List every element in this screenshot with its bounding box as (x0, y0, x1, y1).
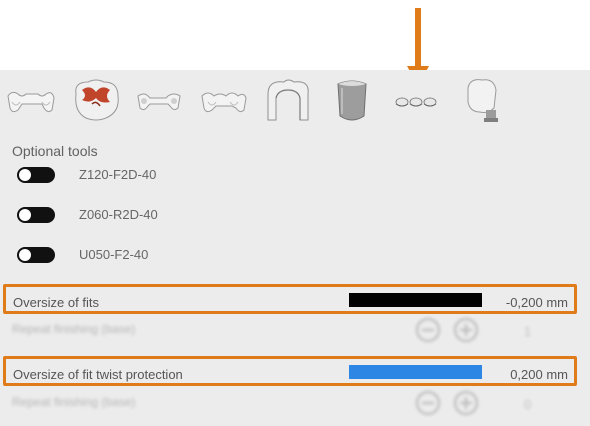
optional-tools-title: Optional tools (12, 143, 98, 159)
tool-toggle-switch[interactable] (17, 247, 55, 263)
tool-toggle-row: U050-F2-40 (17, 245, 317, 265)
toggle-knob (19, 249, 31, 261)
plus-button[interactable] (454, 391, 478, 415)
veneer-icon[interactable] (330, 74, 374, 130)
bridge-icon[interactable] (4, 74, 56, 130)
oversize-twist-protection-value: 0,200 mm (510, 367, 568, 382)
oversize-of-fits-label: Oversize of fits (13, 295, 99, 310)
repeat-finishing-row: Repeat finishing (base) 1 (12, 318, 572, 348)
repeat-finishing-value: 1 (524, 324, 532, 339)
abutment-icon[interactable] (460, 74, 504, 130)
minus-button[interactable] (416, 318, 440, 342)
oversize-of-fits-value: -0,200 mm (505, 295, 568, 310)
tool-toggle-switch[interactable] (17, 207, 55, 223)
oversize-twist-protection-label: Oversize of fit twist protection (13, 367, 183, 382)
tool-label: Z120-F2D-40 (79, 167, 157, 182)
tool-toggle-row: Z060-R2D-40 (17, 205, 317, 225)
tool-toggle-row: Z120-F2D-40 (17, 165, 317, 185)
repeat-finishing-value: 0 (524, 397, 532, 412)
repeat-finishing-row: Repeat finishing (base) 0 (12, 391, 572, 421)
oversize-twist-protection-row: Oversize of fit twist protection 0,200 m… (3, 356, 577, 386)
plus-button[interactable] (454, 318, 478, 342)
attachment-icon[interactable] (390, 74, 442, 130)
toggle-knob (19, 209, 31, 221)
tool-label: Z060-R2D-40 (79, 207, 158, 222)
oversize-of-fits-slider[interactable] (349, 293, 482, 307)
toggle-knob (19, 169, 31, 181)
restoration-type-toolbar (0, 74, 590, 130)
minus-button[interactable] (416, 391, 440, 415)
multi-unit-bridge-icon[interactable] (198, 74, 248, 130)
inlay-onlay-icon[interactable] (70, 74, 122, 130)
tool-toggle-switch[interactable] (17, 167, 55, 183)
repeat-finishing-label: Repeat finishing (base) (12, 395, 136, 409)
crown-coping-icon[interactable] (262, 74, 314, 130)
oversize-of-fits-row: Oversize of fits -0,200 mm (3, 284, 577, 314)
repeat-finishing-label: Repeat finishing (base) (12, 322, 136, 336)
bridge-frame-icon[interactable] (134, 74, 184, 130)
oversize-twist-protection-slider[interactable] (349, 365, 482, 379)
tool-label: U050-F2-40 (79, 247, 149, 262)
